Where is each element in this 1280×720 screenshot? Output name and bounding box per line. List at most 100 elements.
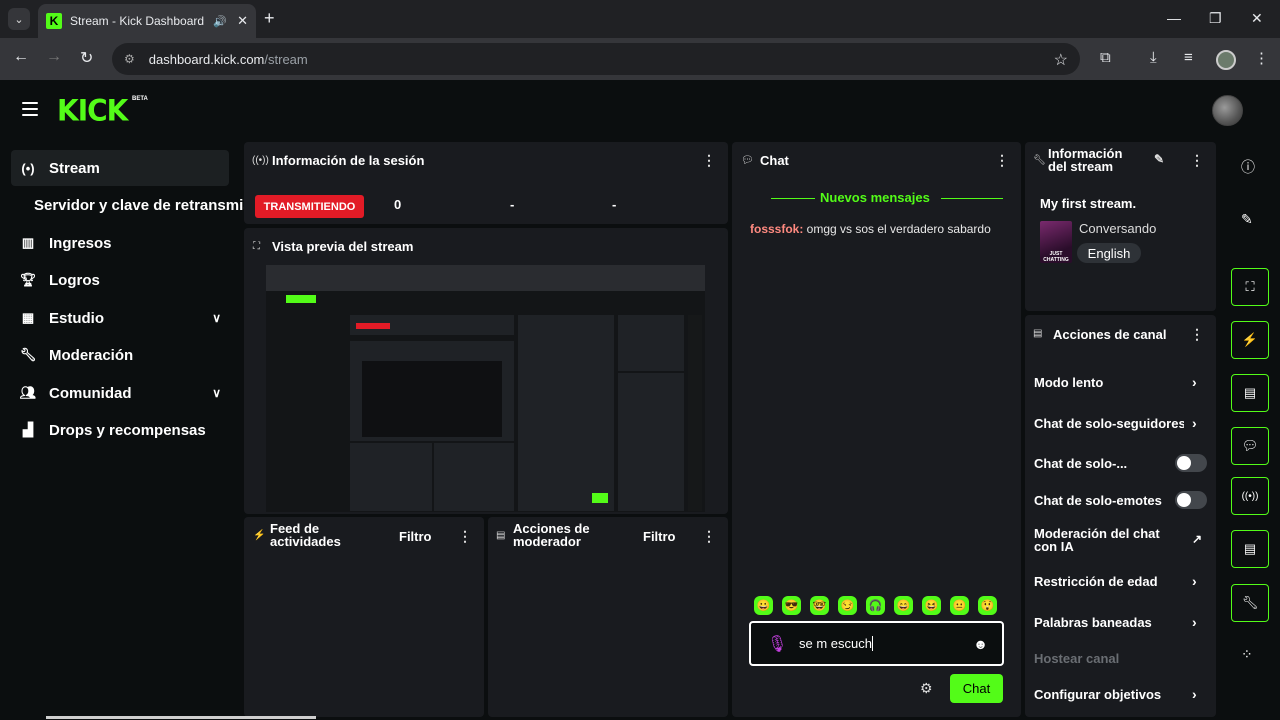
emote-icon[interactable]: 😆 <box>922 596 941 615</box>
more-widgets-icon[interactable]: ⁘ <box>1241 646 1253 663</box>
sidebar-item-ingresos[interactable]: ▥ Ingresos <box>11 225 229 261</box>
session-menu-icon[interactable]: ⋮ <box>702 152 716 169</box>
hamburger-menu-icon[interactable] <box>22 102 38 116</box>
chevron-right-icon[interactable]: › <box>1192 415 1197 431</box>
chat-message[interactable]: fosssfok: omgg vs sos el verdadero sabar… <box>750 219 1000 239</box>
text-caret <box>871 636 873 651</box>
new-tab-button[interactable]: + <box>264 8 275 29</box>
browser-menu-icon[interactable]: ⋮ <box>1254 49 1269 67</box>
extensions-icon[interactable]: ⧉ <box>1100 49 1111 66</box>
chevron-right-icon[interactable]: › <box>1192 374 1197 390</box>
session-info-title: Información de la sesión <box>272 153 425 168</box>
speaker-icon[interactable]: 🔊 <box>213 15 227 28</box>
emote-icon[interactable]: 😄 <box>894 596 913 615</box>
action-slow-mode[interactable]: Modo lento <box>1034 375 1103 390</box>
chevron-down-icon[interactable]: ∨ <box>212 386 221 400</box>
action-age-restriction[interactable]: Restricción de edad <box>1034 574 1158 589</box>
preview-mod <box>434 443 514 511</box>
action-set-goals[interactable]: Configurar objetivos <box>1034 687 1161 702</box>
microphone-icon[interactable]: 🎙︎ <box>767 634 787 654</box>
chevron-right-icon[interactable]: › <box>1192 573 1197 589</box>
chat-username[interactable]: fosssfok: <box>750 222 803 236</box>
broadcast-icon[interactable]: ((•)) <box>1231 477 1269 515</box>
activity-filter-button[interactable]: Filtro <box>399 529 432 544</box>
browser-profile-avatar[interactable] <box>1216 50 1236 70</box>
bolt-icon[interactable]: ⚡ <box>1231 321 1269 359</box>
channel-actions-icon: ▤ <box>1033 328 1043 339</box>
chevron-right-icon[interactable]: › <box>1192 686 1197 702</box>
chat-input-text: se m escuch <box>799 636 873 651</box>
wrench-icon[interactable]: 🔧︎ <box>1231 584 1269 622</box>
stream-info-menu-icon[interactable]: ⋮ <box>1190 152 1204 169</box>
horizontal-scrollbar[interactable] <box>46 716 316 719</box>
chat-input[interactable]: 🎙︎ se m escuch ☻ <box>749 621 1004 666</box>
forward-arrow-icon[interactable]: → <box>46 48 62 66</box>
sidebar-item-moderacion[interactable]: 🔧︎ Moderación <box>11 337 229 373</box>
emote-icon[interactable]: 😏 <box>838 596 857 615</box>
new-messages-divider[interactable]: Nuevos mensajes <box>743 190 1003 206</box>
action-followers-only[interactable]: Chat de solo-seguidores <box>1034 416 1184 431</box>
divider-line <box>771 198 815 199</box>
channel-actions-icon[interactable]: ▤ <box>1231 530 1269 568</box>
mod-filter-button[interactable]: Filtro <box>643 529 676 544</box>
edit-pencil-icon[interactable]: ✎ <box>1241 211 1253 228</box>
address-bar[interactable]: ⚙ dashboard.kick.com/stream ☆ <box>112 43 1080 75</box>
document-icon[interactable]: ▤ <box>1231 374 1269 412</box>
chevron-down-icon[interactable]: ∨ <box>212 311 221 325</box>
chevron-right-icon[interactable]: › <box>1192 614 1197 630</box>
chat-bubble-icon[interactable]: 💬︎ <box>1231 427 1269 465</box>
category-name[interactable]: Conversando <box>1079 221 1156 236</box>
info-icon[interactable]: ⓘ <box>1241 157 1255 177</box>
sidebar-item-stream[interactable]: (•) Stream <box>11 150 229 186</box>
emote-icon[interactable]: 🤓 <box>810 596 829 615</box>
url-path: /stream <box>264 51 308 67</box>
emote-icon[interactable]: 🎧 <box>866 596 885 615</box>
browser-tab[interactable]: K Stream - Kick Dashboard 🔊 ✕ <box>38 4 256 38</box>
sidebar-item-label: Ingresos <box>49 234 112 252</box>
download-icon[interactable]: ⤓ <box>1150 49 1157 66</box>
chat-menu-icon[interactable]: ⋮ <box>995 152 1009 169</box>
sidebar-subitem-server-key[interactable]: Servidor y clave de retransmisión <box>34 197 274 214</box>
external-link-icon[interactable]: ↗ <box>1192 532 1202 546</box>
user-avatar[interactable] <box>1212 95 1243 126</box>
emote-icon[interactable]: 😎 <box>782 596 801 615</box>
sidebar-item-comunidad[interactable]: 👥︎ Comunidad ∨ <box>11 375 229 411</box>
preview-toggle-icon[interactable]: ⛶ <box>1231 268 1269 306</box>
sidebar-item-label: Stream <box>49 159 100 177</box>
action-banned-words[interactable]: Palabras baneadas <box>1034 615 1152 630</box>
stream-info-title: Información del stream <box>1048 147 1122 173</box>
emotes-only-toggle[interactable] <box>1175 491 1207 509</box>
minimize-icon[interactable]: — <box>1167 10 1181 26</box>
kick-logo[interactable]: KICK <box>57 93 128 128</box>
site-info-icon[interactable]: ⚙ <box>124 52 135 66</box>
mod-menu-icon[interactable]: ⋮ <box>702 528 716 545</box>
tab-search-button[interactable]: ⌄ <box>8 8 30 30</box>
category-thumbnail[interactable]: JUST CHATTING <box>1040 221 1072 263</box>
chat-settings-gear-icon[interactable]: ⚙ <box>920 680 933 697</box>
media-control-icon[interactable]: ≡ <box>1184 49 1193 66</box>
activity-menu-icon[interactable]: ⋮ <box>458 528 472 545</box>
bookmark-star-icon[interactable]: ☆ <box>1054 50 1068 70</box>
close-tab-icon[interactable]: ✕ <box>237 13 248 29</box>
chat-send-button[interactable]: Chat <box>950 674 1003 703</box>
sidebar-item-estudio[interactable]: ▦ Estudio ∨ <box>11 300 229 336</box>
reload-icon[interactable]: ↻ <box>80 48 93 68</box>
maximize-icon[interactable]: ❐ <box>1209 10 1222 27</box>
stream-preview-video[interactable] <box>266 265 705 512</box>
window-close-icon[interactable]: ✕ <box>1251 10 1263 27</box>
channel-actions-menu-icon[interactable]: ⋮ <box>1190 326 1204 343</box>
activity-feed-title: Feed de actividades <box>270 522 341 548</box>
action-ai-moderation[interactable]: Moderación del chat con IA <box>1034 527 1174 553</box>
emote-icon[interactable]: 😀 <box>754 596 773 615</box>
emote-icon[interactable]: 😐 <box>950 596 969 615</box>
action-subs-only: Chat de solo-... <box>1034 456 1128 471</box>
emoji-picker-icon[interactable]: ☻ <box>973 636 988 652</box>
edit-pencil-icon[interactable]: ✎ <box>1154 152 1164 166</box>
preview-info <box>618 315 684 371</box>
wrench-icon: 🔧︎ <box>19 347 37 362</box>
sidebar-item-logros[interactable]: 🏆︎ Logros <box>11 262 229 298</box>
back-arrow-icon[interactable]: ← <box>13 48 29 66</box>
subs-only-toggle[interactable] <box>1175 454 1207 472</box>
sidebar-item-drops[interactable]: ▟ Drops y recompensas <box>11 412 229 448</box>
emote-icon[interactable]: 😲 <box>978 596 997 615</box>
